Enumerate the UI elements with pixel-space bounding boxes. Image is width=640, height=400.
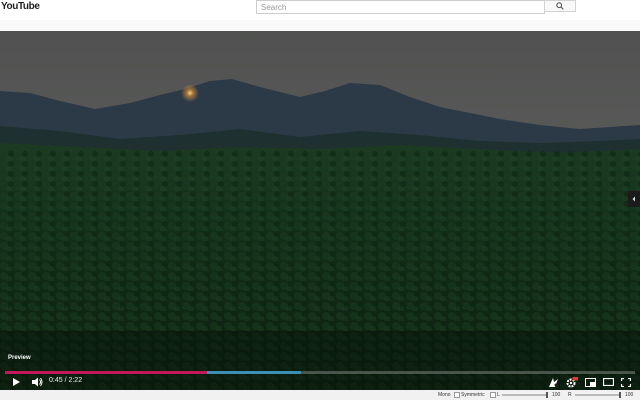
- volume-icon: [31, 377, 42, 387]
- video-frame: [0, 31, 640, 390]
- gear-icon: [566, 376, 578, 387]
- right-channel-value: 100: [625, 392, 634, 398]
- chevron-left-icon: [632, 196, 635, 202]
- right-channel-label: R: [568, 392, 572, 398]
- left-channel-label: L: [497, 392, 500, 398]
- masthead: YouTube: [0, 0, 640, 20]
- mute-button[interactable]: [31, 376, 43, 388]
- search-box: [256, 0, 545, 14]
- search-icon: [556, 2, 564, 10]
- audio-extension-icon: [548, 377, 558, 387]
- left-slider-thumb[interactable]: [546, 392, 548, 398]
- theater-mode-button[interactable]: [602, 376, 614, 388]
- settings-button[interactable]: [566, 376, 578, 388]
- symmetric-checkbox[interactable]: [490, 392, 496, 398]
- fullscreen-icon: [621, 377, 631, 387]
- audio-control-bar: Mono Symmetric L 100 R 100: [0, 390, 640, 400]
- search-input[interactable]: [257, 1, 544, 13]
- play-button[interactable]: [10, 376, 22, 388]
- theater-mode-icon: [602, 378, 614, 386]
- preview-label: Preview: [8, 355, 31, 361]
- audio-extension-button[interactable]: [547, 376, 559, 388]
- video-player[interactable]: Preview 0:45 / 2:22: [0, 31, 640, 390]
- mono-checkbox[interactable]: [454, 392, 460, 398]
- side-panel-toggle[interactable]: [628, 191, 640, 207]
- right-channel-slider[interactable]: [575, 392, 621, 398]
- player-controls: 0:45 / 2:22: [0, 374, 640, 390]
- miniplayer-button[interactable]: [584, 376, 596, 388]
- search-button[interactable]: [544, 0, 576, 12]
- youtube-logo[interactable]: YouTube: [1, 1, 40, 12]
- play-icon: [13, 378, 20, 386]
- symmetric-label: Symmetric: [461, 392, 485, 398]
- left-channel-value: 100: [552, 392, 561, 398]
- miniplayer-icon: [584, 377, 596, 387]
- left-channel-slider[interactable]: [502, 392, 548, 398]
- mono-label: Mono: [438, 392, 451, 398]
- fullscreen-button[interactable]: [620, 376, 632, 388]
- right-slider-thumb[interactable]: [619, 392, 621, 398]
- time-display: 0:45 / 2:22: [49, 377, 83, 384]
